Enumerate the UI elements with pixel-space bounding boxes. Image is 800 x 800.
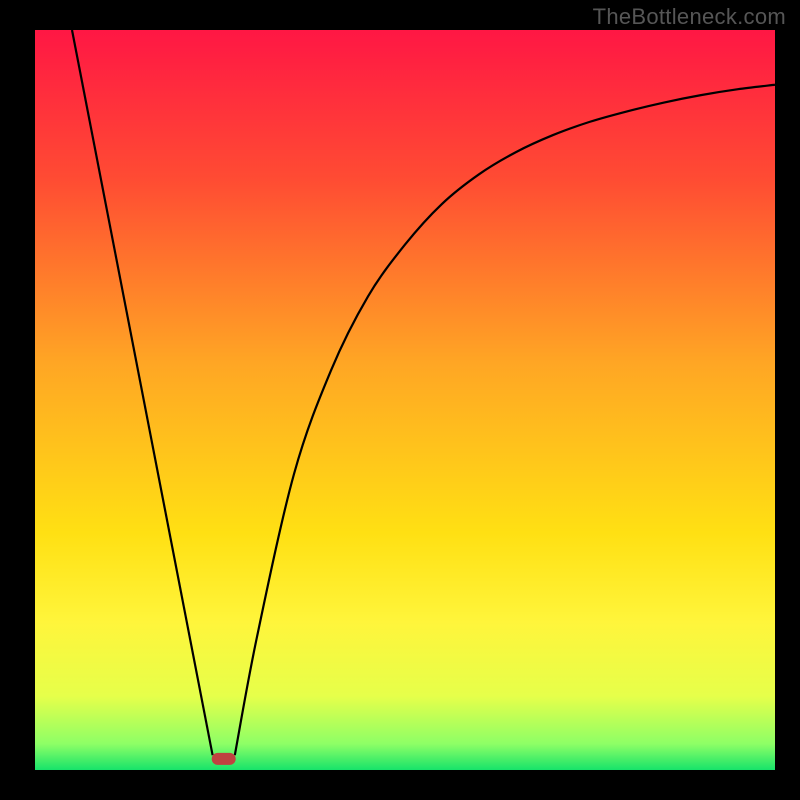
- gradient-plot-area: [35, 30, 775, 770]
- bottleneck-chart: [0, 0, 800, 800]
- chart-frame: TheBottleneck.com: [0, 0, 800, 800]
- optimal-point-marker: [212, 753, 236, 765]
